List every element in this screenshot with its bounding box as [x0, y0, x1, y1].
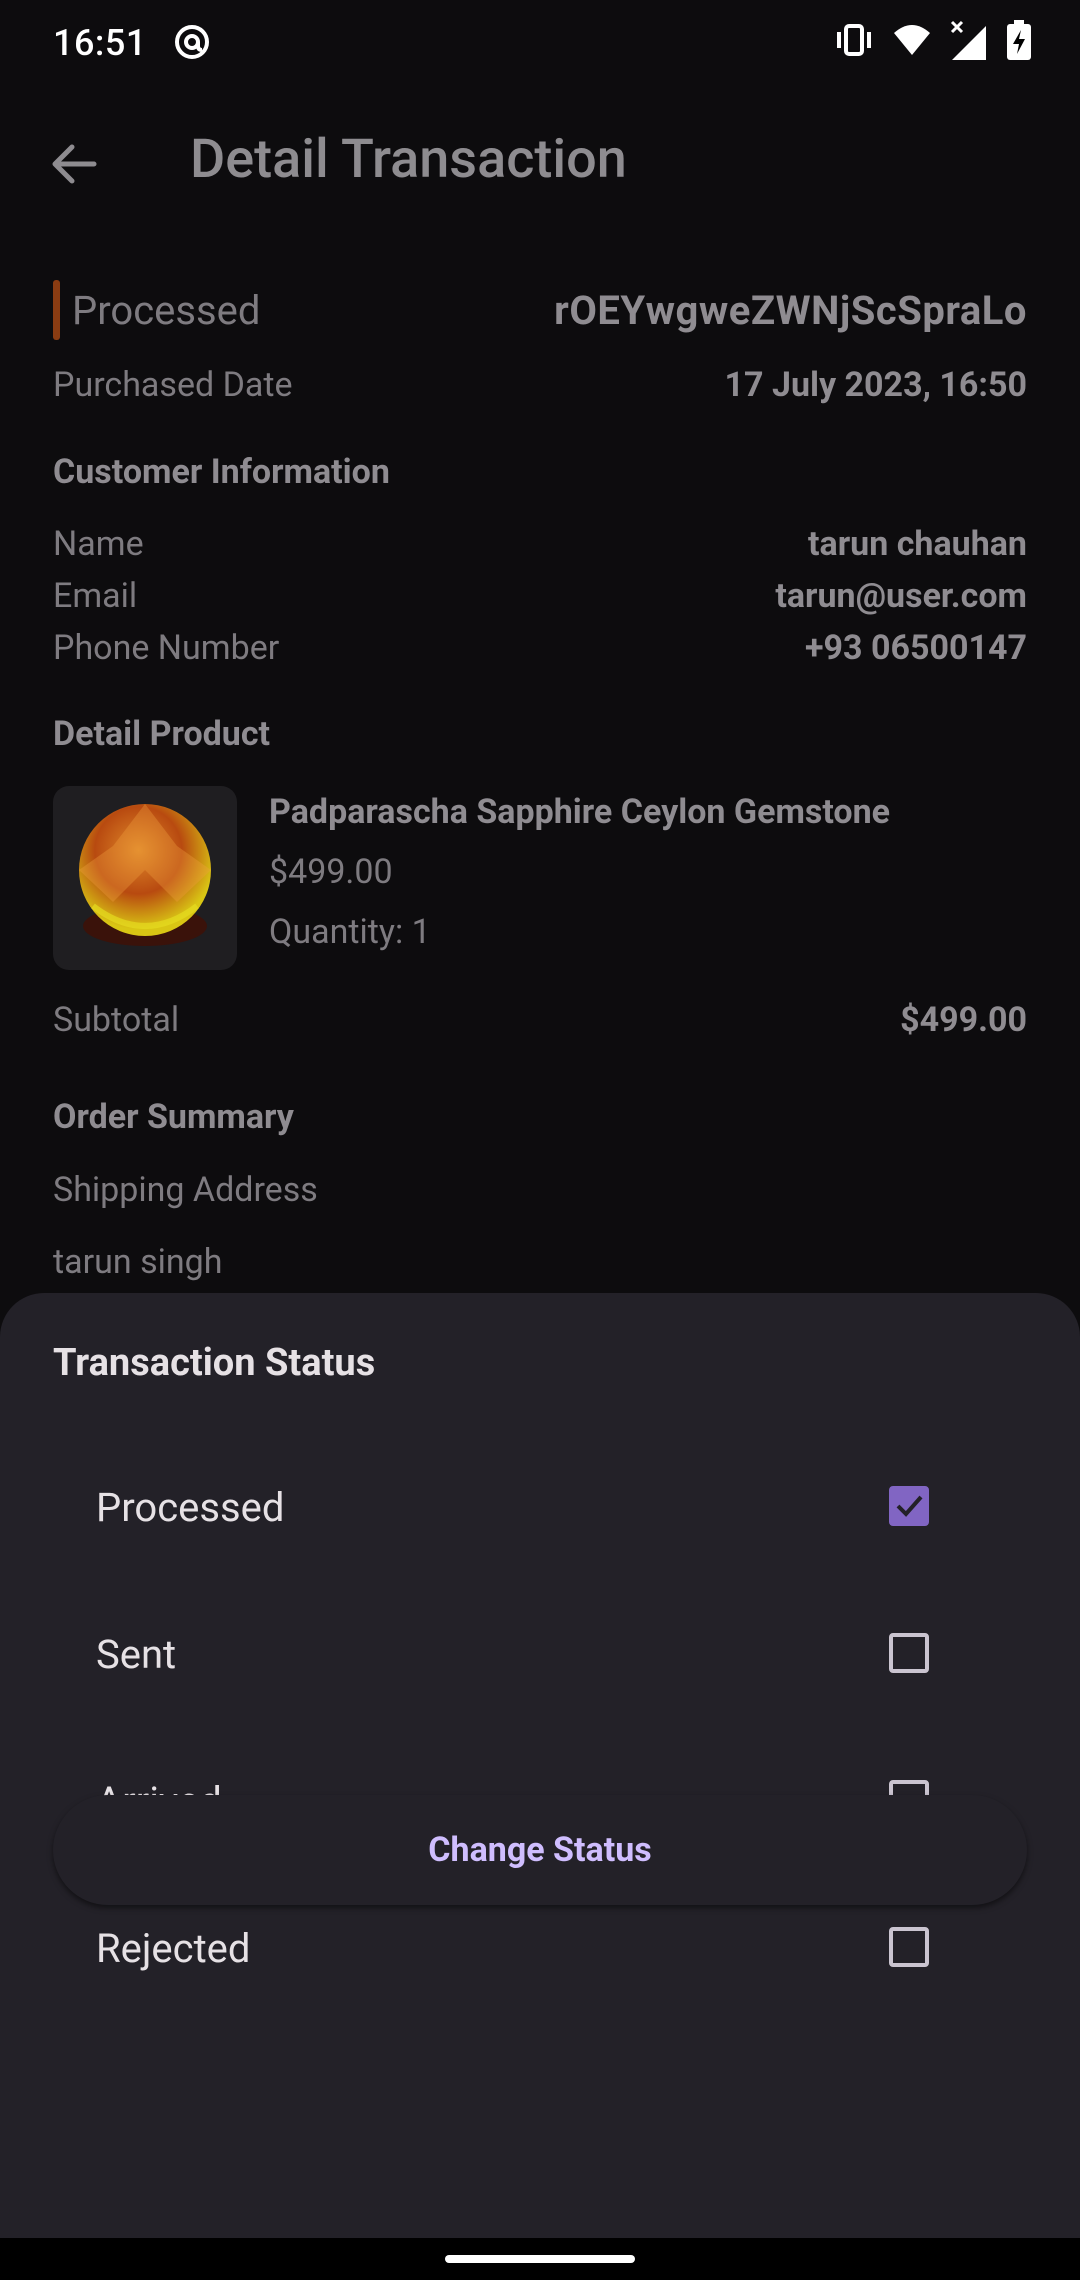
- home-gesture-handle[interactable]: [445, 2255, 635, 2263]
- status-bar: 16:51: [0, 0, 1080, 90]
- subtotal-label: Subtotal: [53, 1000, 180, 1040]
- purchased-date-row: Purchased Date 17 July 2023, 16:50: [53, 365, 1027, 405]
- product-card: Padparascha Sapphire Ceylon Gemstone $49…: [53, 786, 1027, 970]
- status-option-rejected[interactable]: Rejected: [96, 1903, 936, 2003]
- option-label: Processed: [96, 1484, 285, 1531]
- gemstone-icon: [79, 804, 211, 946]
- status-time: 16:51: [53, 22, 147, 64]
- customer-phone-row: Phone Number +93 06500147: [53, 628, 1027, 668]
- at-sign-icon: [175, 25, 209, 59]
- wifi-icon: [894, 25, 930, 55]
- name-label: Name: [53, 524, 144, 564]
- sheet-title: Transaction Status: [53, 1341, 376, 1385]
- checkbox-unchecked[interactable]: [889, 1633, 929, 1673]
- app-bar: Detail Transaction: [0, 100, 1080, 220]
- order-id: rOEYwgweZWNjScSpraLo: [554, 286, 1027, 334]
- battery-charging-icon: [1007, 20, 1031, 60]
- checkbox-unchecked[interactable]: [889, 1927, 929, 1967]
- change-status-button[interactable]: Change Status: [53, 1795, 1027, 1905]
- purchased-date-label: Purchased Date: [53, 365, 293, 405]
- navigation-bar: [0, 2238, 1080, 2280]
- page-title: Detail Transaction: [190, 128, 627, 191]
- customer-email-row: Email tarun@user.com: [53, 576, 1027, 616]
- transaction-status-sheet: Transaction Status Processed Sent Arrive…: [0, 1293, 1080, 2238]
- customer-section-title: Customer Information: [53, 452, 390, 492]
- email-label: Email: [53, 576, 138, 616]
- option-label: Sent: [96, 1631, 177, 1678]
- order-summary-title: Order Summary: [53, 1097, 294, 1137]
- subtotal-value: $499.00: [900, 1000, 1027, 1040]
- transaction-header: Processed rOEYwgweZWNjScSpraLo: [53, 278, 1027, 342]
- checkmark-icon: [896, 1495, 923, 1517]
- customer-name-row: Name tarun chauhan: [53, 524, 1027, 564]
- product-quantity: Quantity: 1: [269, 912, 431, 952]
- email-value: tarun@user.com: [775, 576, 1027, 616]
- product-image: [53, 786, 237, 970]
- cell-signal-icon: [950, 20, 986, 60]
- product-price: $499.00: [269, 852, 393, 892]
- shipping-address-label: Shipping Address: [53, 1170, 318, 1210]
- phone-value: +93 06500147: [804, 628, 1027, 668]
- subtotal-row: Subtotal $499.00: [53, 1000, 1027, 1040]
- phone-label: Phone Number: [53, 628, 280, 668]
- product-name: Padparascha Sapphire Ceylon Gemstone: [269, 792, 891, 832]
- name-value: tarun chauhan: [808, 524, 1027, 564]
- change-status-label: Change Status: [428, 1830, 652, 1870]
- shipping-name: tarun singh: [53, 1242, 223, 1282]
- purchased-date-value: 17 July 2023, 16:50: [724, 365, 1027, 405]
- status-option-processed[interactable]: Processed: [96, 1462, 936, 1562]
- option-label: Rejected: [96, 1925, 251, 1972]
- back-arrow-icon[interactable]: [46, 136, 102, 192]
- transaction-status: Processed: [72, 286, 261, 334]
- status-icons: [834, 20, 1032, 60]
- product-section-title: Detail Product: [53, 714, 271, 754]
- vibrate-icon: [837, 24, 871, 56]
- status-option-sent[interactable]: Sent: [96, 1609, 936, 1709]
- checkbox-checked[interactable]: [889, 1486, 929, 1526]
- status-indicator: [53, 280, 60, 340]
